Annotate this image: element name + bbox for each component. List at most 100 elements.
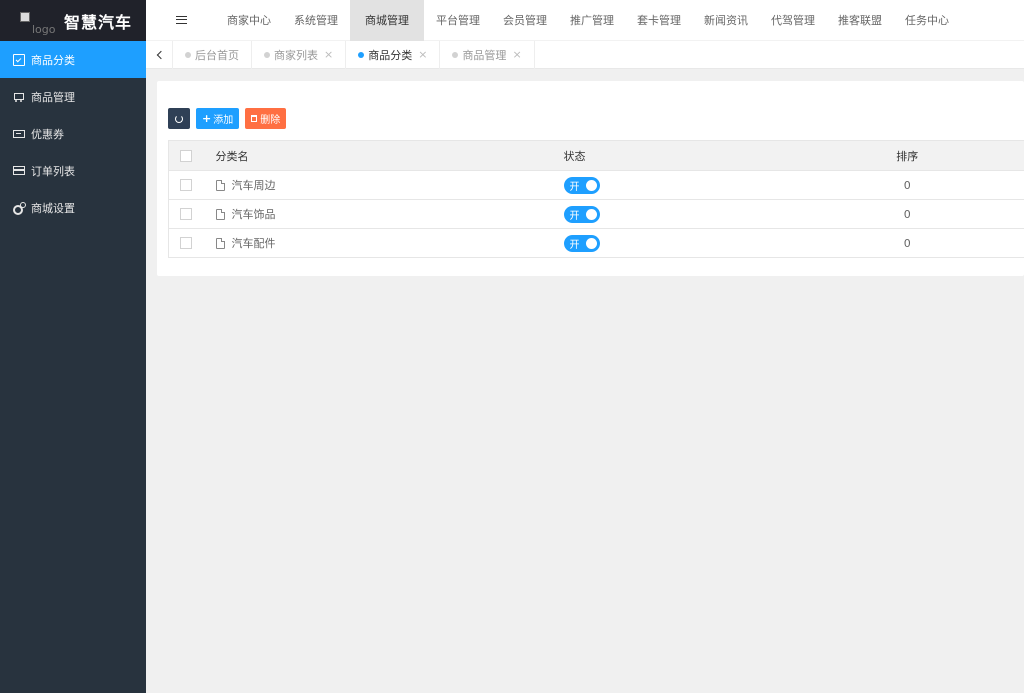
status-toggle-label: 开 — [569, 210, 580, 222]
sidebar-item-product-management[interactable]: 商品管理 — [0, 78, 146, 115]
nav-item-merchant-center[interactable]: 商家中心 — [216, 0, 282, 41]
broken-image-icon — [20, 11, 30, 22]
menu-icon — [175, 16, 187, 24]
sidebar-item-label: 商品分类 — [31, 53, 75, 67]
tab-label: 后台首页 — [195, 48, 239, 62]
row-checkbox[interactable] — [180, 208, 192, 220]
nav-item-system-management[interactable]: 系统管理 — [283, 0, 349, 41]
row-checkbox[interactable] — [180, 237, 192, 249]
category-name-cell: 汽车周边 — [203, 170, 564, 200]
toggle-knob — [585, 237, 597, 249]
tabs-scroll-left-button[interactable] — [146, 40, 173, 69]
sidebar-item-label: 商品管理 — [31, 90, 75, 104]
nav-item-news[interactable]: 新闻资讯 — [693, 0, 759, 41]
nav-item-affiliate-alliance[interactable]: 推客联盟 — [827, 0, 893, 41]
file-icon — [215, 237, 225, 249]
sidebar-item-product-category[interactable]: 商品分类 — [0, 41, 146, 78]
logo-alt-text: logo — [32, 22, 56, 36]
status-cell: 开 — [563, 199, 791, 229]
row-checkbox-cell — [168, 228, 204, 258]
status-toggle[interactable]: 开 — [563, 234, 600, 252]
tab-status-dot — [185, 51, 191, 58]
sidebar: logo 智慧汽车 商品分类 商品管理 优惠券 订单列表 商城设置 — [0, 0, 146, 693]
tab-home[interactable]: 后台首页 — [173, 40, 252, 69]
row-checkbox-cell — [168, 170, 204, 200]
logo-area: logo 智慧汽车 — [0, 0, 146, 41]
sidebar-item-mall-settings[interactable]: 商城设置 — [0, 189, 146, 226]
app-title: 智慧汽车 — [64, 12, 133, 32]
category-name: 汽车配件 — [231, 237, 276, 250]
nav-item-platform-management[interactable]: 平台管理 — [425, 0, 491, 41]
column-header-sort: 排序 — [790, 140, 1024, 171]
top-navigation: 商家中心 系统管理 商城管理 平台管理 会员管理 推广管理 套卡管理 新闻资讯 … — [146, 0, 1024, 41]
delete-button-label: 删除 — [260, 115, 281, 126]
select-all-checkbox[interactable] — [180, 149, 192, 162]
select-all-cell — [168, 140, 204, 171]
file-icon — [215, 179, 225, 191]
sidebar-item-label: 商城设置 — [31, 201, 75, 215]
money-icon — [13, 129, 25, 138]
sidebar-item-coupons[interactable]: 优惠券 — [0, 115, 146, 152]
sort-value: 0 — [790, 228, 1024, 258]
file-icon — [215, 208, 225, 220]
tab-status-dot — [358, 51, 365, 58]
table-row: 汽车饰品 开 0 — [168, 199, 1024, 229]
status-toggle[interactable]: 开 — [563, 205, 600, 223]
toggle-knob — [585, 179, 597, 191]
column-header-name: 分类名 — [203, 140, 564, 171]
page-tabs: 后台首页 商家列表 × 商品分类 × 商品管理 × — [146, 40, 1024, 69]
nav-item-card-management[interactable]: 套卡管理 — [626, 0, 692, 41]
tab-product-management[interactable]: 商品管理 × — [440, 40, 535, 69]
refresh-icon — [175, 114, 183, 123]
gears-icon — [13, 201, 26, 215]
menu-toggle-button[interactable] — [146, 0, 216, 41]
nav-item-member-management[interactable]: 会员管理 — [492, 0, 558, 41]
sidebar-item-label: 优惠券 — [31, 127, 64, 141]
tab-product-category[interactable]: 商品分类 × — [346, 40, 441, 69]
tab-status-dot — [452, 51, 459, 58]
close-icon[interactable]: × — [418, 48, 427, 61]
nav-item-mall-management[interactable]: 商城管理 — [350, 0, 424, 41]
category-name: 汽车饰品 — [231, 208, 276, 221]
plus-icon: + — [202, 112, 212, 125]
sidebar-menu: 商品分类 商品管理 优惠券 订单列表 商城设置 — [0, 41, 146, 226]
chevron-left-icon — [156, 50, 165, 59]
category-name-cell: 汽车配件 — [203, 228, 564, 258]
table-toolbar: + 添加 删除 — [168, 108, 287, 129]
card-icon — [13, 166, 25, 175]
table-header-row: 分类名 状态 排序 — [168, 140, 1024, 171]
column-header-status: 状态 — [563, 140, 791, 171]
trash-icon — [251, 115, 258, 122]
tab-label: 商品分类 — [368, 48, 413, 62]
add-button-label: 添加 — [213, 115, 234, 126]
status-toggle-label: 开 — [569, 181, 580, 193]
nav-item-task-center[interactable]: 任务中心 — [894, 0, 960, 41]
nav-item-promotion-management[interactable]: 推广管理 — [559, 0, 625, 41]
row-checkbox[interactable] — [180, 179, 192, 191]
tab-label: 商家列表 — [274, 48, 318, 62]
close-icon[interactable]: × — [324, 48, 333, 61]
sidebar-item-orders[interactable]: 订单列表 — [0, 152, 146, 189]
category-table: 分类名 状态 排序 汽车周边 开 0 汽车饰品 开 0 汽车配件 开 0 — [168, 140, 1024, 258]
tab-merchant-list[interactable]: 商家列表 × — [252, 40, 347, 69]
cart-icon — [13, 91, 25, 103]
nav-item-designated-driver[interactable]: 代驾管理 — [760, 0, 826, 41]
close-icon[interactable]: × — [512, 48, 521, 61]
status-cell: 开 — [563, 228, 791, 258]
delete-button[interactable]: 删除 — [245, 108, 287, 129]
status-cell: 开 — [563, 170, 791, 200]
toggle-knob — [585, 208, 597, 220]
sort-value: 0 — [790, 199, 1024, 229]
logo-image: logo — [20, 6, 58, 36]
category-name-cell: 汽车饰品 — [203, 199, 564, 229]
tab-status-dot — [264, 51, 270, 58]
refresh-button[interactable] — [168, 108, 190, 129]
sidebar-item-label: 订单列表 — [31, 164, 75, 178]
table-row: 汽车配件 开 0 — [168, 228, 1024, 258]
status-toggle-label: 开 — [569, 239, 580, 251]
add-button[interactable]: + 添加 — [196, 108, 240, 129]
sort-value: 0 — [790, 170, 1024, 200]
status-toggle[interactable]: 开 — [563, 176, 600, 194]
calendar-check-icon — [13, 53, 25, 66]
content-card: + 添加 删除 分类名 状态 排序 汽车周边 开 0 汽车饰品 开 0 汽车配件… — [157, 81, 1024, 276]
